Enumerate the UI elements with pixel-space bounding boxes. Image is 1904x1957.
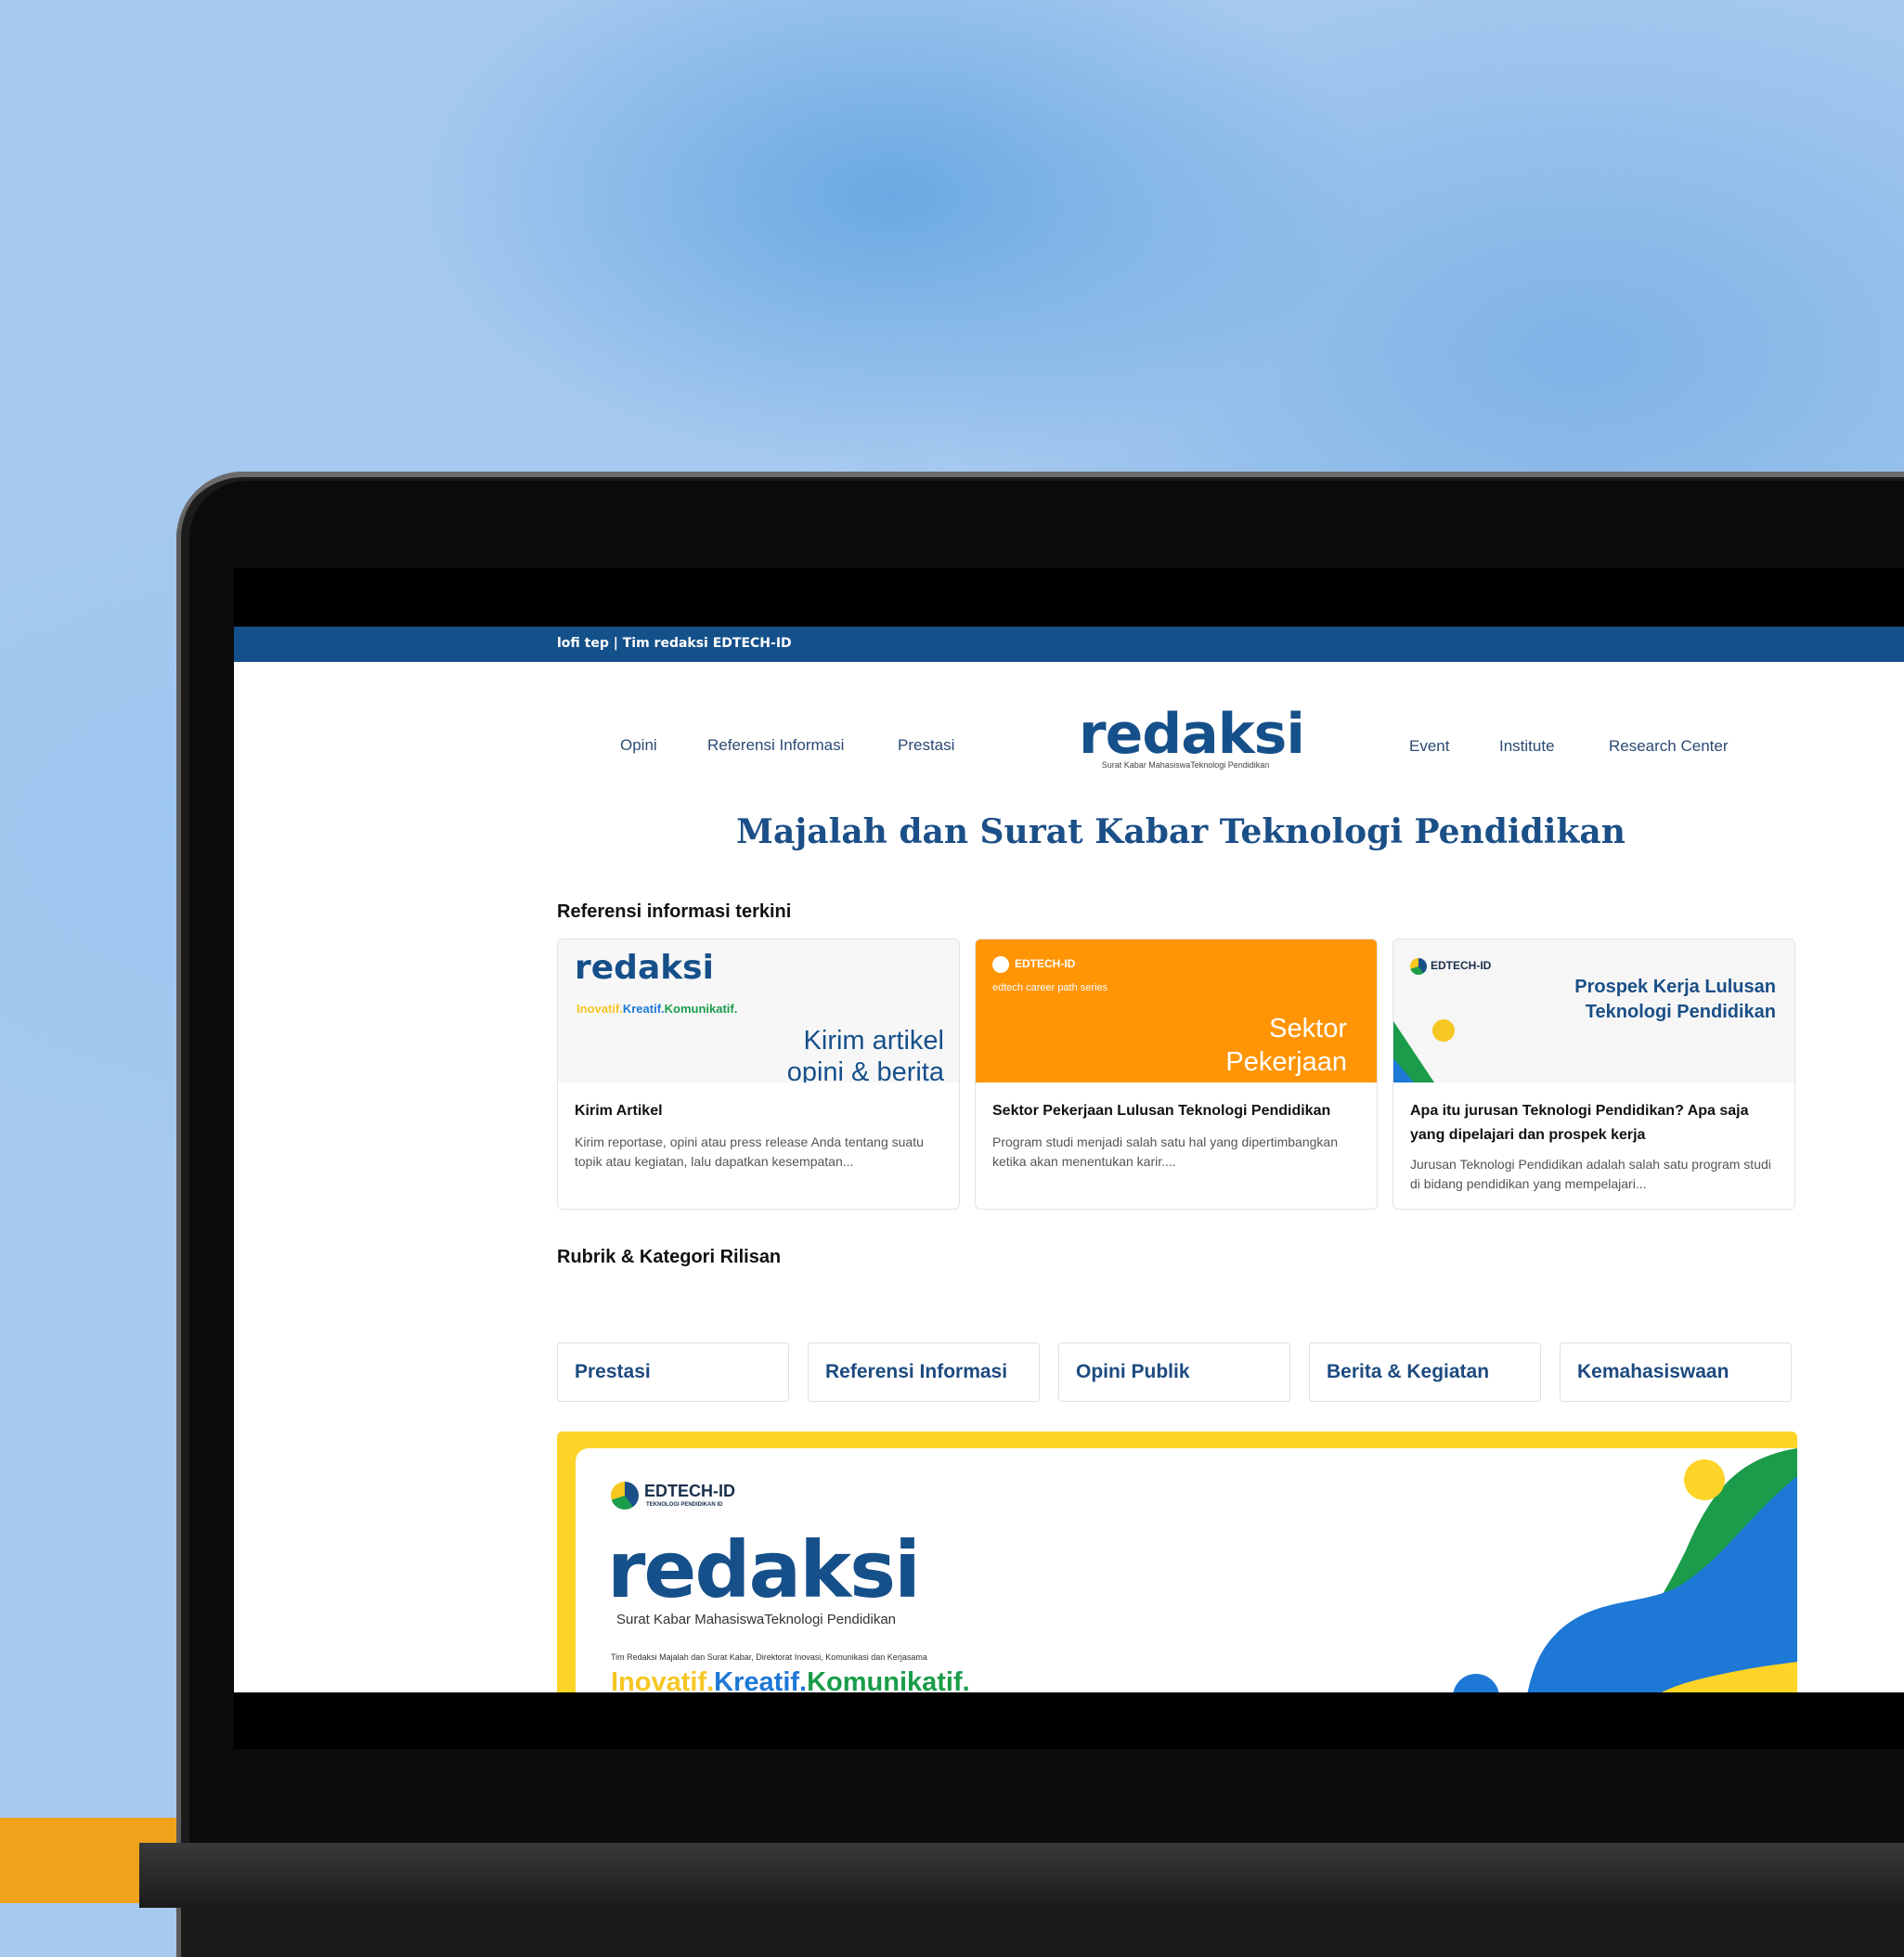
announcement-text: lofi tep | Tim redaksi EDTECH-ID [557,636,792,651]
edtech-logo-icon [611,1482,639,1510]
category-chip-referensi-informasi[interactable]: Referensi Informasi [808,1342,1040,1402]
category-chip-prestasi[interactable]: Prestasi [557,1342,789,1402]
thumb-brand: EDTECH-ID [1015,957,1076,970]
thumb-series: edtech career path series [992,982,1108,993]
card-title[interactable]: Kirim Artikel [575,1099,946,1123]
nav-link-prestasi[interactable]: Prestasi [898,736,954,755]
categories-section-heading: Rubrik & Kategori Rilisan [557,1247,782,1267]
logo-subtitle: Surat Kabar MahasiswaTeknologi Pendidika… [1101,760,1270,770]
card-title[interactable]: Apa itu jurusan Teknologi Pendidikan? Ap… [1410,1099,1781,1147]
laptop-keyboard-edge [139,1843,1904,1908]
card-title[interactable]: Sektor Pekerjaan Lulusan Teknologi Pendi… [992,1099,1364,1123]
card-excerpt: Kirim reportase, opini atau press releas… [575,1134,924,1169]
thumb-decoration [1393,1021,1434,1082]
edtech-logo-icon [992,956,1009,973]
banner-card: EDTECH-ID TEKNOLOGI PENDIDIKAN ID redaks… [576,1448,1797,1692]
banner-logo: redaksi [607,1524,921,1615]
banner-decoration [1453,1448,1797,1692]
logo-wordmark: redaksi [1079,702,1305,767]
card-excerpt: Jurusan Teknologi Pendidikan adalah sala… [1410,1157,1771,1191]
page-title: Majalah dan Surat Kabar Teknologi Pendid… [736,812,1626,851]
category-chip-kemahasiswaan[interactable]: Kemahasiswaan [1560,1342,1792,1402]
nav-link-opini[interactable]: Opini [620,736,657,755]
card-thumbnail: redaksi Inovatif.Kreatif.Komunikatif. Ki… [558,940,959,1082]
edtech-logo-icon [1410,958,1427,975]
card-thumbnail: EDTECH-ID edtech career path series Sekt… [976,940,1377,1082]
card-excerpt: Program studi menjadi salah satu hal yan… [992,1134,1338,1169]
thumb-tagline: Inovatif.Kreatif.Komunikatif. [576,1002,738,1016]
thumb-headline: Prospek Kerja Lulusan Teknologi Pendidik… [1574,977,1776,1022]
banner-logo-sub: Surat Kabar MahasiswaTeknologi Pendidika… [616,1612,897,1627]
latest-section-heading: Referensi informasi terkini [557,901,792,922]
web-page: Opini Referensi Informasi Prestasi Event… [234,662,1904,1692]
article-card-sektor-pekerjaan[interactable]: EDTECH-ID edtech career path series Sekt… [975,939,1378,1210]
card-thumbnail: EDTECH-ID Prospek Kerja Lulusan Teknolog… [1393,940,1794,1082]
promo-banner[interactable]: EDTECH-ID TEKNOLOGI PENDIDIKAN ID redaks… [557,1432,1797,1692]
nav-link-institute[interactable]: Institute [1499,737,1555,756]
nav-link-research-center[interactable]: Research Center [1609,737,1729,756]
category-chip-berita-kegiatan[interactable]: Berita & Kegiatan [1309,1342,1541,1402]
category-chip-opini-publik[interactable]: Opini Publik [1058,1342,1290,1402]
banner-brand: EDTECH-ID [644,1482,735,1500]
thumb-logo: redaksi [575,949,714,987]
article-card-kirim-artikel[interactable]: redaksi Inovatif.Kreatif.Komunikatif. Ki… [557,939,960,1210]
article-card-apa-itu-jurusan[interactable]: EDTECH-ID Prospek Kerja Lulusan Teknolog… [1392,939,1795,1210]
site-logo[interactable]: redaksi Surat Kabar MahasiswaTeknologi P… [1079,702,1305,770]
banner-tagline: Inovatif.Kreatif.Komunikatif. [611,1667,970,1692]
banner-brand-sub: TEKNOLOGI PENDIDIKAN ID [646,1502,723,1508]
nav-link-referensi-informasi[interactable]: Referensi Informasi [707,736,844,755]
announcement-bar: lofi tep | Tim redaksi EDTECH-ID [234,627,1904,662]
thumb-headline: Kirim artikel opini & berita [786,1026,944,1082]
thumb-headline: Sektor Pekerjaan [1225,1014,1347,1077]
laptop-screen: lofi tep | Tim redaksi EDTECH-ID Opini R… [234,568,1904,1749]
thumb-brand: EDTECH-ID [1431,959,1492,972]
nav-link-event[interactable]: Event [1409,737,1449,756]
banner-credit: Tim Redaksi Majalah dan Surat Kabar, Dir… [611,1652,927,1662]
